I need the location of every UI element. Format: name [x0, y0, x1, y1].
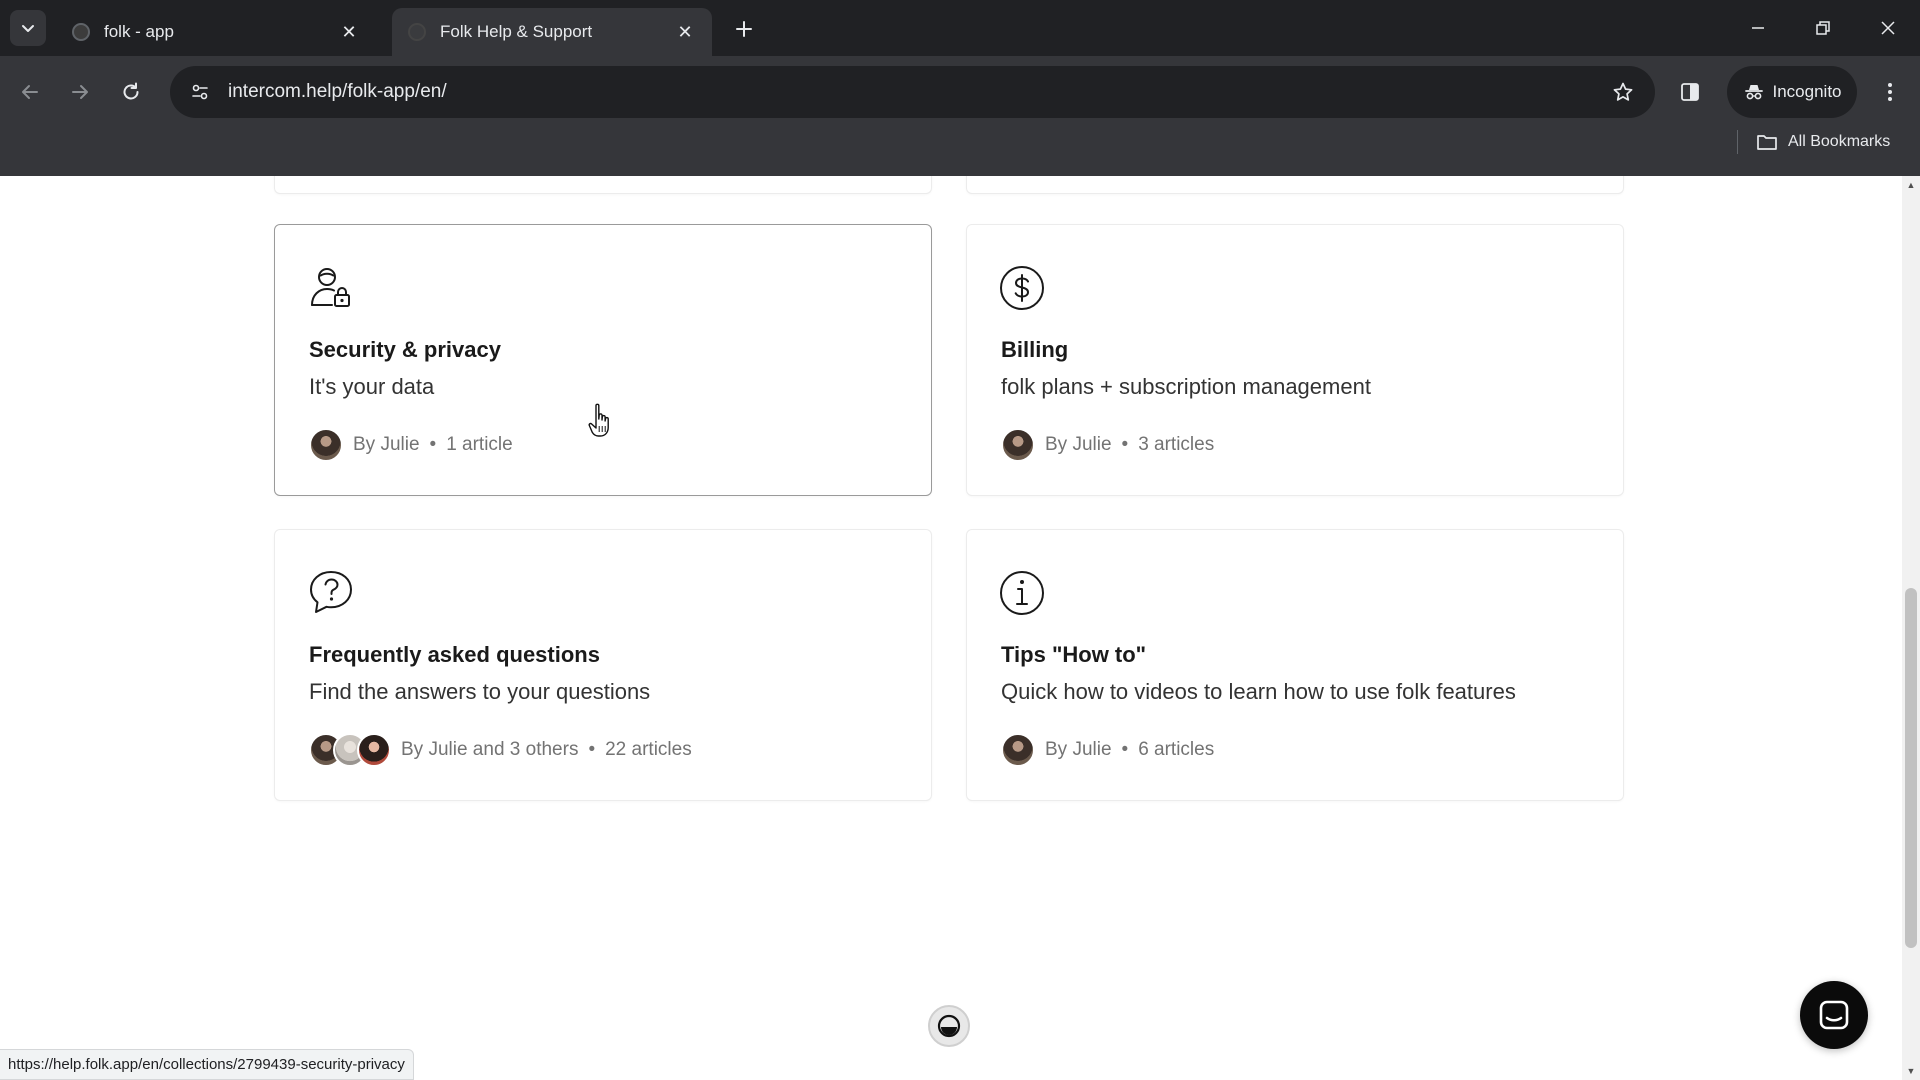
- article-count: 3 articles: [1138, 434, 1215, 455]
- author-avatars: [1001, 733, 1035, 767]
- plus-icon: [736, 21, 752, 37]
- tab-title: Folk Help & Support: [440, 22, 593, 41]
- circle-half-icon: [937, 1014, 961, 1038]
- browser-menu-button[interactable]: [1870, 72, 1910, 112]
- author-avatars: [309, 733, 391, 767]
- collection-meta: By Julie • 3 articles: [1001, 428, 1214, 462]
- collection-description: Find the answers to your questions: [309, 679, 651, 704]
- all-bookmarks-label: All Bookmarks: [1788, 133, 1891, 150]
- tab-folk-help[interactable]: Folk Help & Support ✕: [392, 8, 712, 56]
- avatar: [357, 733, 391, 767]
- arrow-right-icon: [72, 85, 88, 99]
- collection-description: It's your data: [309, 374, 435, 399]
- collection-title: Billing: [1001, 337, 1069, 362]
- article-count: 1 article: [446, 434, 513, 455]
- chevron-down-icon: [22, 25, 34, 32]
- forward-button[interactable]: [60, 72, 100, 112]
- collection-card-faq[interactable]: Frequently asked questions Find the answ…: [274, 529, 932, 801]
- collection-meta: By Julie • 6 articles: [1001, 733, 1214, 767]
- reload-button[interactable]: [111, 72, 151, 112]
- collection-card-security-privacy[interactable]: Security & privacy It's your data By Jul…: [274, 224, 932, 496]
- back-button[interactable]: [10, 72, 50, 112]
- scroll-down-arrow-icon[interactable]: ▼: [1902, 1062, 1920, 1080]
- user-lock-icon: [311, 268, 350, 307]
- collection-author: By Julie: [1045, 739, 1112, 760]
- chat-icon: [1819, 1000, 1849, 1030]
- collection-author: By Julie: [353, 434, 420, 455]
- side-panel-icon: [1681, 83, 1699, 101]
- collection-title: Security & privacy: [309, 337, 501, 362]
- collection-title: Frequently asked questions: [309, 642, 600, 667]
- scroll-up-arrow-icon[interactable]: ▲: [1902, 176, 1920, 194]
- folk-favicon-icon: [72, 23, 90, 41]
- incognito-label: Incognito: [1772, 82, 1842, 101]
- address-bar[interactable]: intercom.help/folk-app/en/: [170, 66, 1655, 118]
- collection-description: Quick how to videos to learn how to use …: [1001, 679, 1516, 704]
- avatar: [309, 428, 343, 462]
- dollar-circle-icon: [1000, 266, 1044, 310]
- close-window-button[interactable]: [1868, 10, 1908, 46]
- collection-meta: By Julie • 1 article: [309, 428, 513, 462]
- avatar: [1001, 428, 1035, 462]
- reload-icon: [123, 82, 139, 100]
- article-count: 6 articles: [1138, 739, 1215, 760]
- new-tab-button[interactable]: [727, 12, 761, 46]
- bookmarks-divider: [1737, 130, 1738, 154]
- bookmark-star-icon[interactable]: [1609, 78, 1637, 106]
- author-avatars: [1001, 428, 1035, 462]
- tab-bar: folk - app ✕ Folk Help & Support ✕: [0, 0, 1920, 56]
- bottom-floating-widget[interactable]: [928, 1005, 970, 1047]
- collection-card-previous[interactable]: [274, 176, 932, 194]
- site-settings-icon[interactable]: [184, 76, 216, 108]
- author-avatars: [309, 428, 343, 462]
- incognito-indicator[interactable]: Incognito: [1727, 66, 1857, 118]
- side-panel-button[interactable]: [1670, 72, 1710, 112]
- tab-folk-app[interactable]: folk - app ✕: [56, 8, 376, 56]
- close-tab-icon[interactable]: ✕: [338, 21, 360, 43]
- info-circle-icon: [1000, 571, 1044, 615]
- more-vertical-icon: [1888, 83, 1892, 101]
- collection-author: By Julie and 3 others: [401, 739, 579, 760]
- minimize-icon: [1752, 27, 1764, 29]
- tab-search-button[interactable]: [10, 10, 46, 46]
- collection-description: folk plans + subscription management: [1001, 374, 1371, 399]
- collection-author: By Julie: [1045, 434, 1112, 455]
- tab-title: folk - app: [104, 22, 174, 41]
- scrollbar-thumb[interactable]: [1905, 588, 1917, 948]
- article-count: 22 articles: [605, 739, 692, 760]
- close-tab-icon[interactable]: ✕: [674, 21, 696, 43]
- collection-card-tips-how-to[interactable]: Tips "How to" Quick how to videos to lea…: [966, 529, 1624, 801]
- meta-separator: •: [588, 739, 596, 760]
- link-status-bubble: https://help.folk.app/en/collections/279…: [0, 1049, 414, 1080]
- url-text[interactable]: intercom.help/folk-app/en/: [228, 81, 447, 103]
- restore-icon: [1816, 21, 1830, 35]
- meta-separator: •: [1121, 434, 1129, 455]
- collection-card-previous[interactable]: [966, 176, 1624, 194]
- question-bubble-icon: [310, 571, 352, 613]
- close-icon: [1881, 21, 1895, 35]
- restore-button[interactable]: [1803, 10, 1843, 46]
- browser-toolbar: intercom.help/folk-app/en/ Incognito All…: [0, 56, 1920, 176]
- arrow-left-icon: [22, 85, 38, 99]
- hand-pointer-cursor-icon: [588, 403, 609, 437]
- meta-separator: •: [1121, 739, 1129, 760]
- collection-card-billing[interactable]: Billing folk plans + subscription manage…: [966, 224, 1624, 496]
- help-center-page: Security & privacy It's your data By Jul…: [0, 176, 1902, 1080]
- intercom-chat-launcher[interactable]: [1800, 981, 1868, 1049]
- collection-title: Tips "How to": [1001, 642, 1147, 667]
- folder-icon: [1757, 135, 1777, 150]
- meta-separator: •: [429, 434, 437, 455]
- collection-meta: By Julie and 3 others • 22 articles: [309, 733, 692, 767]
- intercom-favicon-icon: [408, 23, 426, 41]
- avatar: [1001, 733, 1035, 767]
- incognito-icon: [1744, 85, 1763, 100]
- all-bookmarks-button[interactable]: All Bookmarks: [1756, 126, 1890, 158]
- minimize-button[interactable]: [1738, 10, 1778, 46]
